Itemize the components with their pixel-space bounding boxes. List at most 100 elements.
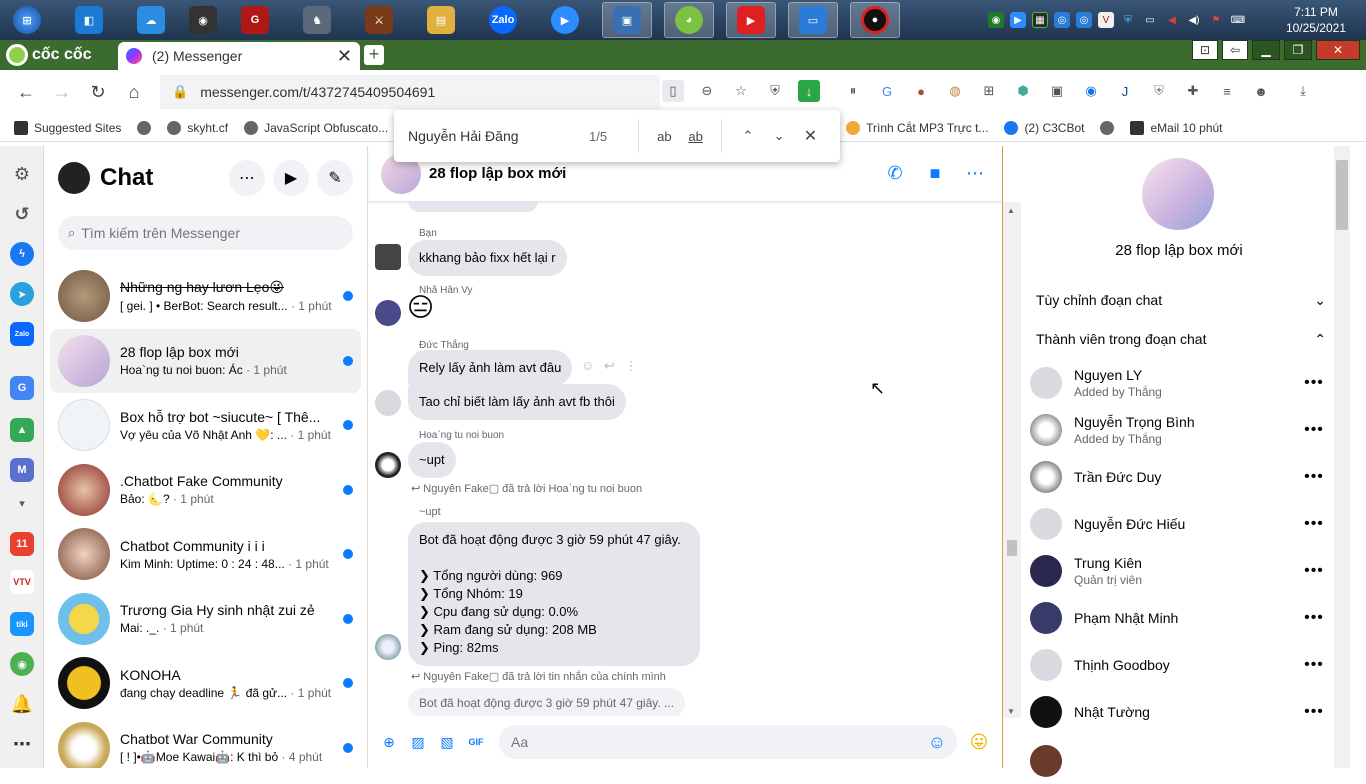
taskbar-app-obs[interactable]: ◉ bbox=[188, 2, 218, 38]
close-tab-icon[interactable]: ✕ bbox=[337, 46, 352, 67]
bookmark-item[interactable]: Suggested Sites bbox=[14, 120, 121, 135]
playlist-icon[interactable]: ≡ bbox=[1216, 80, 1238, 102]
phone-icon[interactable]: ✆ bbox=[880, 163, 910, 184]
quoted-message[interactable]: Bot đã hoạt động được 3 giờ 59 phút 47 g… bbox=[408, 688, 686, 716]
message-bubble[interactable]: Tao chỉ biết làm lấy ảnh avt fb thôi bbox=[408, 384, 626, 420]
close-window-button[interactable]: ✕ bbox=[1316, 40, 1360, 60]
extension-icon[interactable]: J bbox=[1114, 80, 1136, 102]
forward-icon[interactable]: → bbox=[44, 74, 80, 110]
member-item[interactable]: Phạm Nhật Minh ••• bbox=[1030, 595, 1328, 641]
translate-icon[interactable]: G bbox=[10, 376, 34, 400]
conversation-item[interactable]: Chatbot War Community [ ! ]•🤖Moe Kawai🤖: … bbox=[50, 716, 361, 768]
taskbar-app-vscode[interactable]: ◧ bbox=[64, 2, 114, 38]
extension-icon[interactable]: ⛨ bbox=[1148, 80, 1170, 102]
flag-icon[interactable]: ⚑ bbox=[1208, 12, 1224, 28]
cookie-icon[interactable]: ◍ bbox=[944, 80, 966, 102]
scrollbar[interactable]: ▲ ▼ bbox=[1003, 202, 1021, 718]
member-item[interactable]: Thịnh Goodboy ••• bbox=[1030, 642, 1328, 688]
conversation-item[interactable]: Trương Gia Hy sinh nhật zui zẻ Mai: ._. ·… bbox=[50, 587, 361, 652]
chevron-up-icon[interactable]: ⌃ bbox=[736, 128, 759, 144]
like-emoji-button[interactable]: 😛 bbox=[965, 732, 993, 753]
chevron-down-icon[interactable]: ⌄ bbox=[768, 128, 791, 144]
taskbar-app-zoom[interactable]: ▶ bbox=[540, 2, 590, 38]
zoom-out-icon[interactable]: ⊖ bbox=[696, 80, 718, 102]
group-avatar[interactable] bbox=[1142, 158, 1214, 230]
shop-icon[interactable]: 11 bbox=[10, 532, 34, 556]
puzzle-icon[interactable]: ✚ bbox=[1182, 80, 1204, 102]
volume-icon[interactable]: ◀) bbox=[1186, 12, 1202, 28]
translate-icon[interactable]: G bbox=[876, 80, 898, 102]
extension-icon[interactable]: ⏸ bbox=[842, 80, 864, 102]
taskbar-app-youtube[interactable]: ▶ bbox=[726, 2, 776, 38]
more-icon[interactable]: ⋯ bbox=[960, 163, 990, 184]
conversation-item[interactable]: 28 flop lập box mới Hoa`ng tu noi buon: Á… bbox=[50, 328, 361, 393]
scroll-down-icon[interactable]: ▼ bbox=[1007, 707, 1015, 716]
taskbar-app-game2[interactable]: ⚔ bbox=[354, 2, 404, 38]
more-icon[interactable]: ••• bbox=[1300, 609, 1328, 627]
tray-icon[interactable]: ◉ bbox=[988, 12, 1004, 28]
speaker-icon[interactable]: ◀ bbox=[1164, 12, 1180, 28]
reload-icon[interactable]: ↻ bbox=[80, 74, 116, 110]
back-icon[interactable]: ← bbox=[8, 74, 44, 110]
match-case-icon[interactable]: ab bbox=[653, 129, 676, 144]
bell-icon[interactable]: 🔔 bbox=[10, 692, 34, 716]
emoji-icon[interactable]: ☺ bbox=[923, 732, 951, 753]
customize-chat-section[interactable]: Tùy chỉnh đoạn chat ⌄ bbox=[1036, 292, 1326, 309]
conversation-item[interactable]: KONOHA đang chạy deadline 🏃 đã gử... · 1 … bbox=[50, 651, 361, 716]
taskbar-app-garena[interactable]: G bbox=[230, 2, 280, 38]
language-icon[interactable]: ⌨ bbox=[1230, 12, 1246, 28]
taskbar-app-remote[interactable]: ▣ bbox=[602, 2, 652, 38]
mail-icon[interactable]: M bbox=[10, 458, 34, 482]
home-icon[interactable]: ⌂ bbox=[116, 74, 152, 110]
image-icon[interactable]: ▨ bbox=[406, 730, 430, 754]
extension-icon[interactable]: ⊞ bbox=[978, 80, 1000, 102]
chevron-down-icon[interactable]: ▾ bbox=[10, 496, 34, 510]
more-icon[interactable]: ••• bbox=[1300, 562, 1328, 580]
drive-icon[interactable]: ▲ bbox=[10, 418, 34, 442]
shield-icon[interactable]: ⛨ bbox=[764, 80, 786, 102]
search-input[interactable] bbox=[81, 225, 322, 241]
messenger-icon[interactable]: ϟ bbox=[10, 242, 34, 266]
member-item[interactable]: Nguyễn Đức Hiếu ••• bbox=[1030, 501, 1328, 547]
minimize-button[interactable]: ▁ bbox=[1252, 40, 1280, 60]
conversation-item[interactable]: Những ng hay lươn Lẹo😜 [ gei. ] • BerBot:… bbox=[50, 264, 361, 329]
bookmark-item[interactable] bbox=[1100, 120, 1115, 135]
member-item[interactable]: Trần Đức Duy ••• bbox=[1030, 454, 1328, 500]
extension-icon[interactable]: ◉ bbox=[1080, 80, 1102, 102]
members-section[interactable]: Thành viên trong đoạn chat ⌃ bbox=[1036, 331, 1326, 348]
new-tab-button[interactable]: + bbox=[364, 45, 384, 65]
find-input[interactable] bbox=[408, 128, 589, 144]
downloads-icon[interactable]: ⤓ bbox=[1292, 80, 1314, 102]
star-icon[interactable]: ☆ bbox=[730, 80, 752, 102]
video-call-button[interactable]: ▶ bbox=[273, 160, 309, 196]
scroll-up-icon[interactable]: ▲ bbox=[1007, 206, 1015, 215]
new-message-button[interactable]: ✎ bbox=[317, 160, 353, 196]
bookmark-item[interactable]: skyht.cf bbox=[167, 120, 228, 135]
message-input[interactable] bbox=[499, 725, 957, 759]
gear-icon[interactable]: ⚙ bbox=[10, 162, 34, 186]
more-icon[interactable]: ••• bbox=[1300, 421, 1328, 439]
browser-brand[interactable]: cốc cốc bbox=[6, 43, 110, 67]
reply-icon[interactable]: ↩ bbox=[604, 358, 615, 373]
react-icon[interactable]: ☺ bbox=[581, 358, 594, 373]
taskbar-app-onedrive[interactable]: ☁ bbox=[126, 2, 176, 38]
page-icon[interactable]: ▯ bbox=[662, 80, 684, 102]
bookmark-item[interactable]: (2) C3CBot bbox=[1004, 120, 1084, 135]
conversation-item[interactable]: Chatbot Community i i i Kim Minh: Uptime:… bbox=[50, 522, 361, 587]
message-bubble[interactable]: Rely lấy ảnh làm avt đâu bbox=[408, 350, 573, 386]
close-icon[interactable]: ✕ bbox=[799, 126, 822, 146]
scrollbar-thumb[interactable] bbox=[1007, 540, 1017, 556]
scrollbar[interactable] bbox=[1334, 146, 1350, 768]
profile-icon[interactable]: ☻ bbox=[1250, 80, 1272, 102]
shield-icon[interactable]: ⛨ bbox=[1120, 12, 1136, 28]
extension-icon[interactable]: ● bbox=[910, 80, 932, 102]
member-item[interactable] bbox=[1030, 738, 1328, 784]
quoted-message[interactable]: ~upt bbox=[419, 506, 441, 518]
more-icon[interactable]: ••• bbox=[1300, 656, 1328, 674]
search-box[interactable]: ⌕ bbox=[58, 216, 353, 250]
taskbar-app-display[interactable]: ▭ bbox=[788, 2, 838, 38]
member-item[interactable]: Nguyen LY Added by Thắng ••• bbox=[1030, 360, 1328, 406]
telegram-icon[interactable]: ➤ bbox=[10, 282, 34, 306]
location-icon[interactable]: ◉ bbox=[10, 652, 34, 676]
vtv-icon[interactable]: VTV bbox=[10, 570, 34, 594]
